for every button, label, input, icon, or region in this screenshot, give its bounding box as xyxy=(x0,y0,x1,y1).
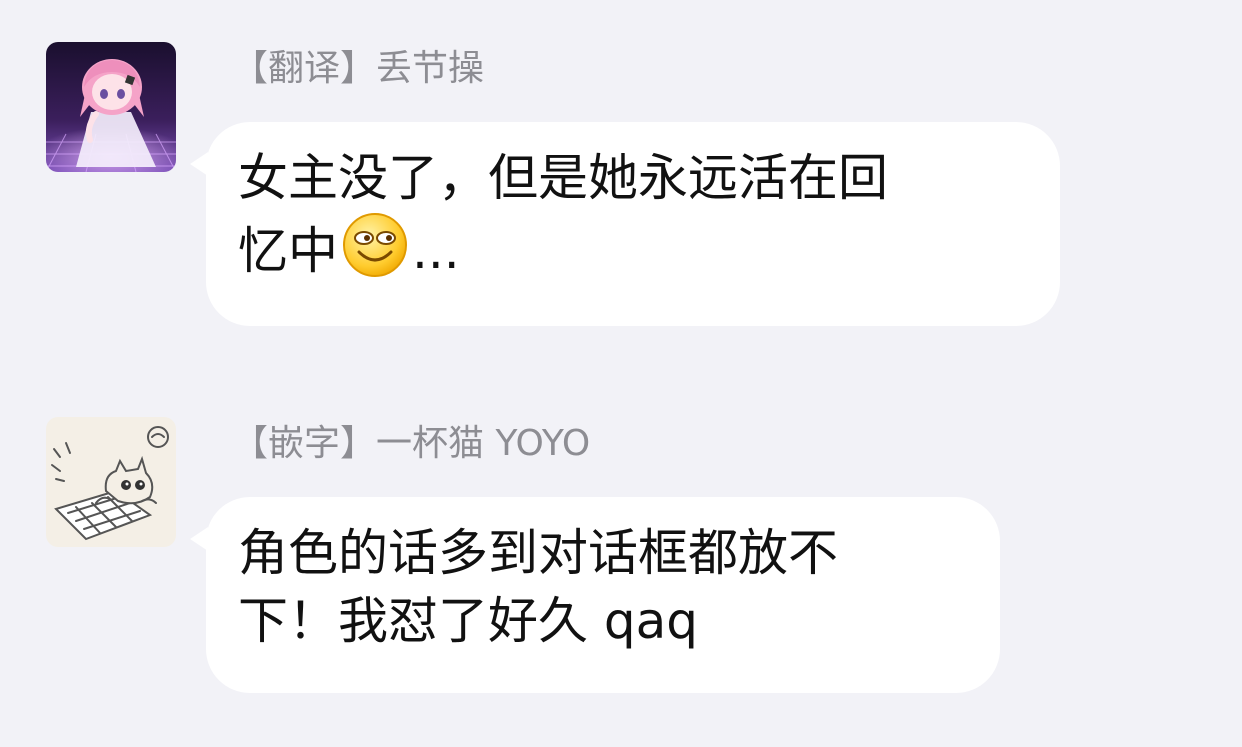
message-text-line: 下！我怼了好久 qaq xyxy=(238,592,699,650)
sender-name: 【翻译】丢节操 xyxy=(232,48,485,89)
message-bubble[interactable]: 女主没了，但是她永远活在回 忆中 ... xyxy=(190,122,1060,326)
cat-keyboard-avatar-icon[interactable] xyxy=(46,417,176,547)
message-text: ... xyxy=(412,222,460,280)
sender-name: 【嵌字】一杯猫 YOYO xyxy=(232,423,591,464)
message-text: 忆中 xyxy=(238,222,338,280)
message-text-line: 忆中 ... xyxy=(238,212,1026,285)
message-bubble[interactable]: 角色的话多到对话框都放不 下！我怼了好久 qaq xyxy=(190,497,1000,693)
message-text-line: 角色的话多到对话框都放不 xyxy=(238,524,838,582)
smiling-face-emoji-icon xyxy=(342,212,408,278)
message-text-line: 女主没了，但是她永远活在回 xyxy=(238,149,888,207)
chat-view: 【翻译】丢节操 女主没了，但是她永远活在回 忆中 ... 【嵌字】一杯猫 YOY… xyxy=(0,0,1242,747)
anime-girl-avatar-icon[interactable] xyxy=(46,42,176,172)
